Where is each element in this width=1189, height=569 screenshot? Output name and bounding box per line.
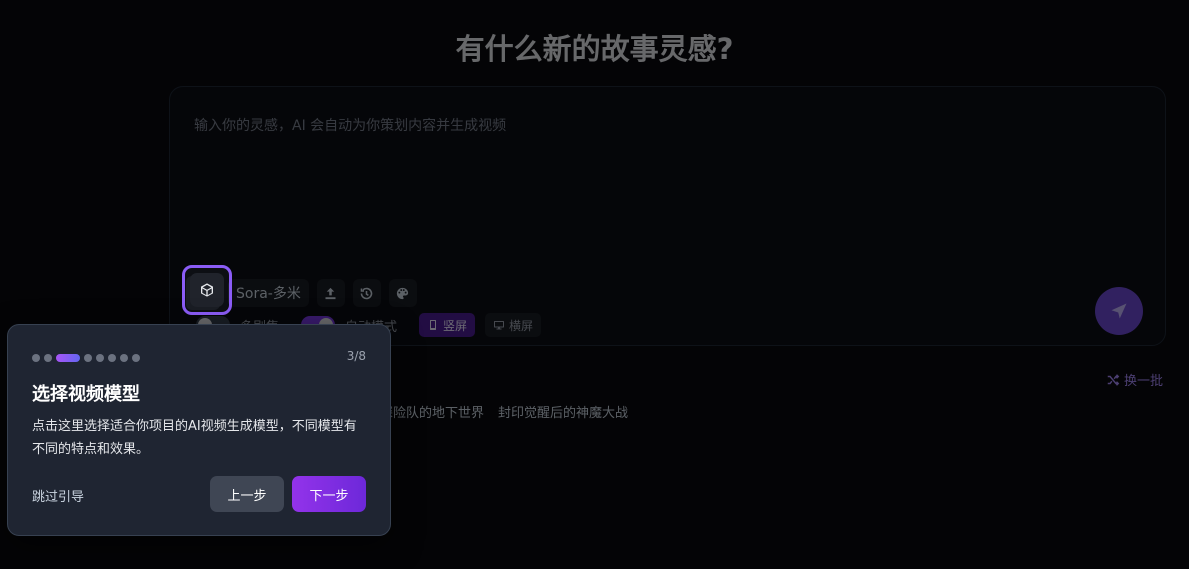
suggestion-item[interactable]: 封印觉醒后的神魔大战	[498, 402, 628, 421]
history-button[interactable]	[352, 279, 381, 307]
guide-description: 点击这里选择适合你项目的AI视频生成模型，不同模型有不同的特点和效果。	[32, 419, 357, 457]
palette-icon	[397, 287, 409, 299]
send-icon	[1111, 303, 1127, 319]
portrait-button[interactable]: 竖屏	[419, 313, 476, 337]
onboarding-guide-popover: 3/8 选择视频模型 点击这里选择适合你项目的AI视频生成模型，不同模型有不同的…	[7, 324, 391, 536]
landscape-label: 横屏	[509, 318, 534, 333]
style-button[interactable]	[388, 279, 417, 307]
send-button[interactable]	[1095, 287, 1143, 335]
refresh-label: 换一批	[1124, 374, 1164, 389]
step-dot	[120, 354, 128, 362]
step-dot	[96, 354, 104, 362]
suggestion-item[interactable]: 探险队的地下世界	[380, 402, 484, 421]
prompt-input[interactable]	[194, 115, 1094, 179]
guide-title: 选择视频模型	[32, 384, 140, 405]
step-dot	[108, 354, 116, 362]
skip-guide-link[interactable]: 跳过引导	[32, 486, 84, 505]
prompt-composer: Sora-多米 多剧集 自动模式 竖屏 横屏	[169, 86, 1166, 346]
step-dot	[32, 354, 40, 362]
refresh-suggestions-button[interactable]: 换一批	[1106, 370, 1163, 389]
landscape-button[interactable]: 横屏	[485, 313, 542, 337]
monitor-icon	[494, 321, 505, 330]
suggestion-list: 探险队的地下世界 封印觉醒后的神魔大战	[380, 402, 628, 421]
prev-step-button[interactable]: 上一步	[210, 476, 284, 512]
upload-button[interactable]	[316, 279, 345, 307]
step-dot	[132, 354, 140, 362]
highlighted-model-button[interactable]	[190, 273, 224, 307]
portrait-label: 竖屏	[443, 318, 468, 333]
upload-icon	[325, 287, 336, 299]
page-title: 有什么新的故事灵感?	[455, 32, 734, 66]
step-dot	[44, 354, 52, 362]
phone-icon	[430, 320, 437, 330]
model-name-button[interactable]: Sora-多米	[228, 279, 309, 307]
step-dot	[84, 354, 92, 362]
shuffle-icon	[1107, 373, 1120, 386]
history-icon	[361, 287, 373, 299]
cube-icon	[201, 283, 213, 297]
step-dot-active	[56, 354, 80, 362]
next-step-button[interactable]: 下一步	[292, 476, 366, 512]
step-counter: 3/8	[346, 349, 366, 363]
step-progress-dots	[32, 354, 140, 362]
